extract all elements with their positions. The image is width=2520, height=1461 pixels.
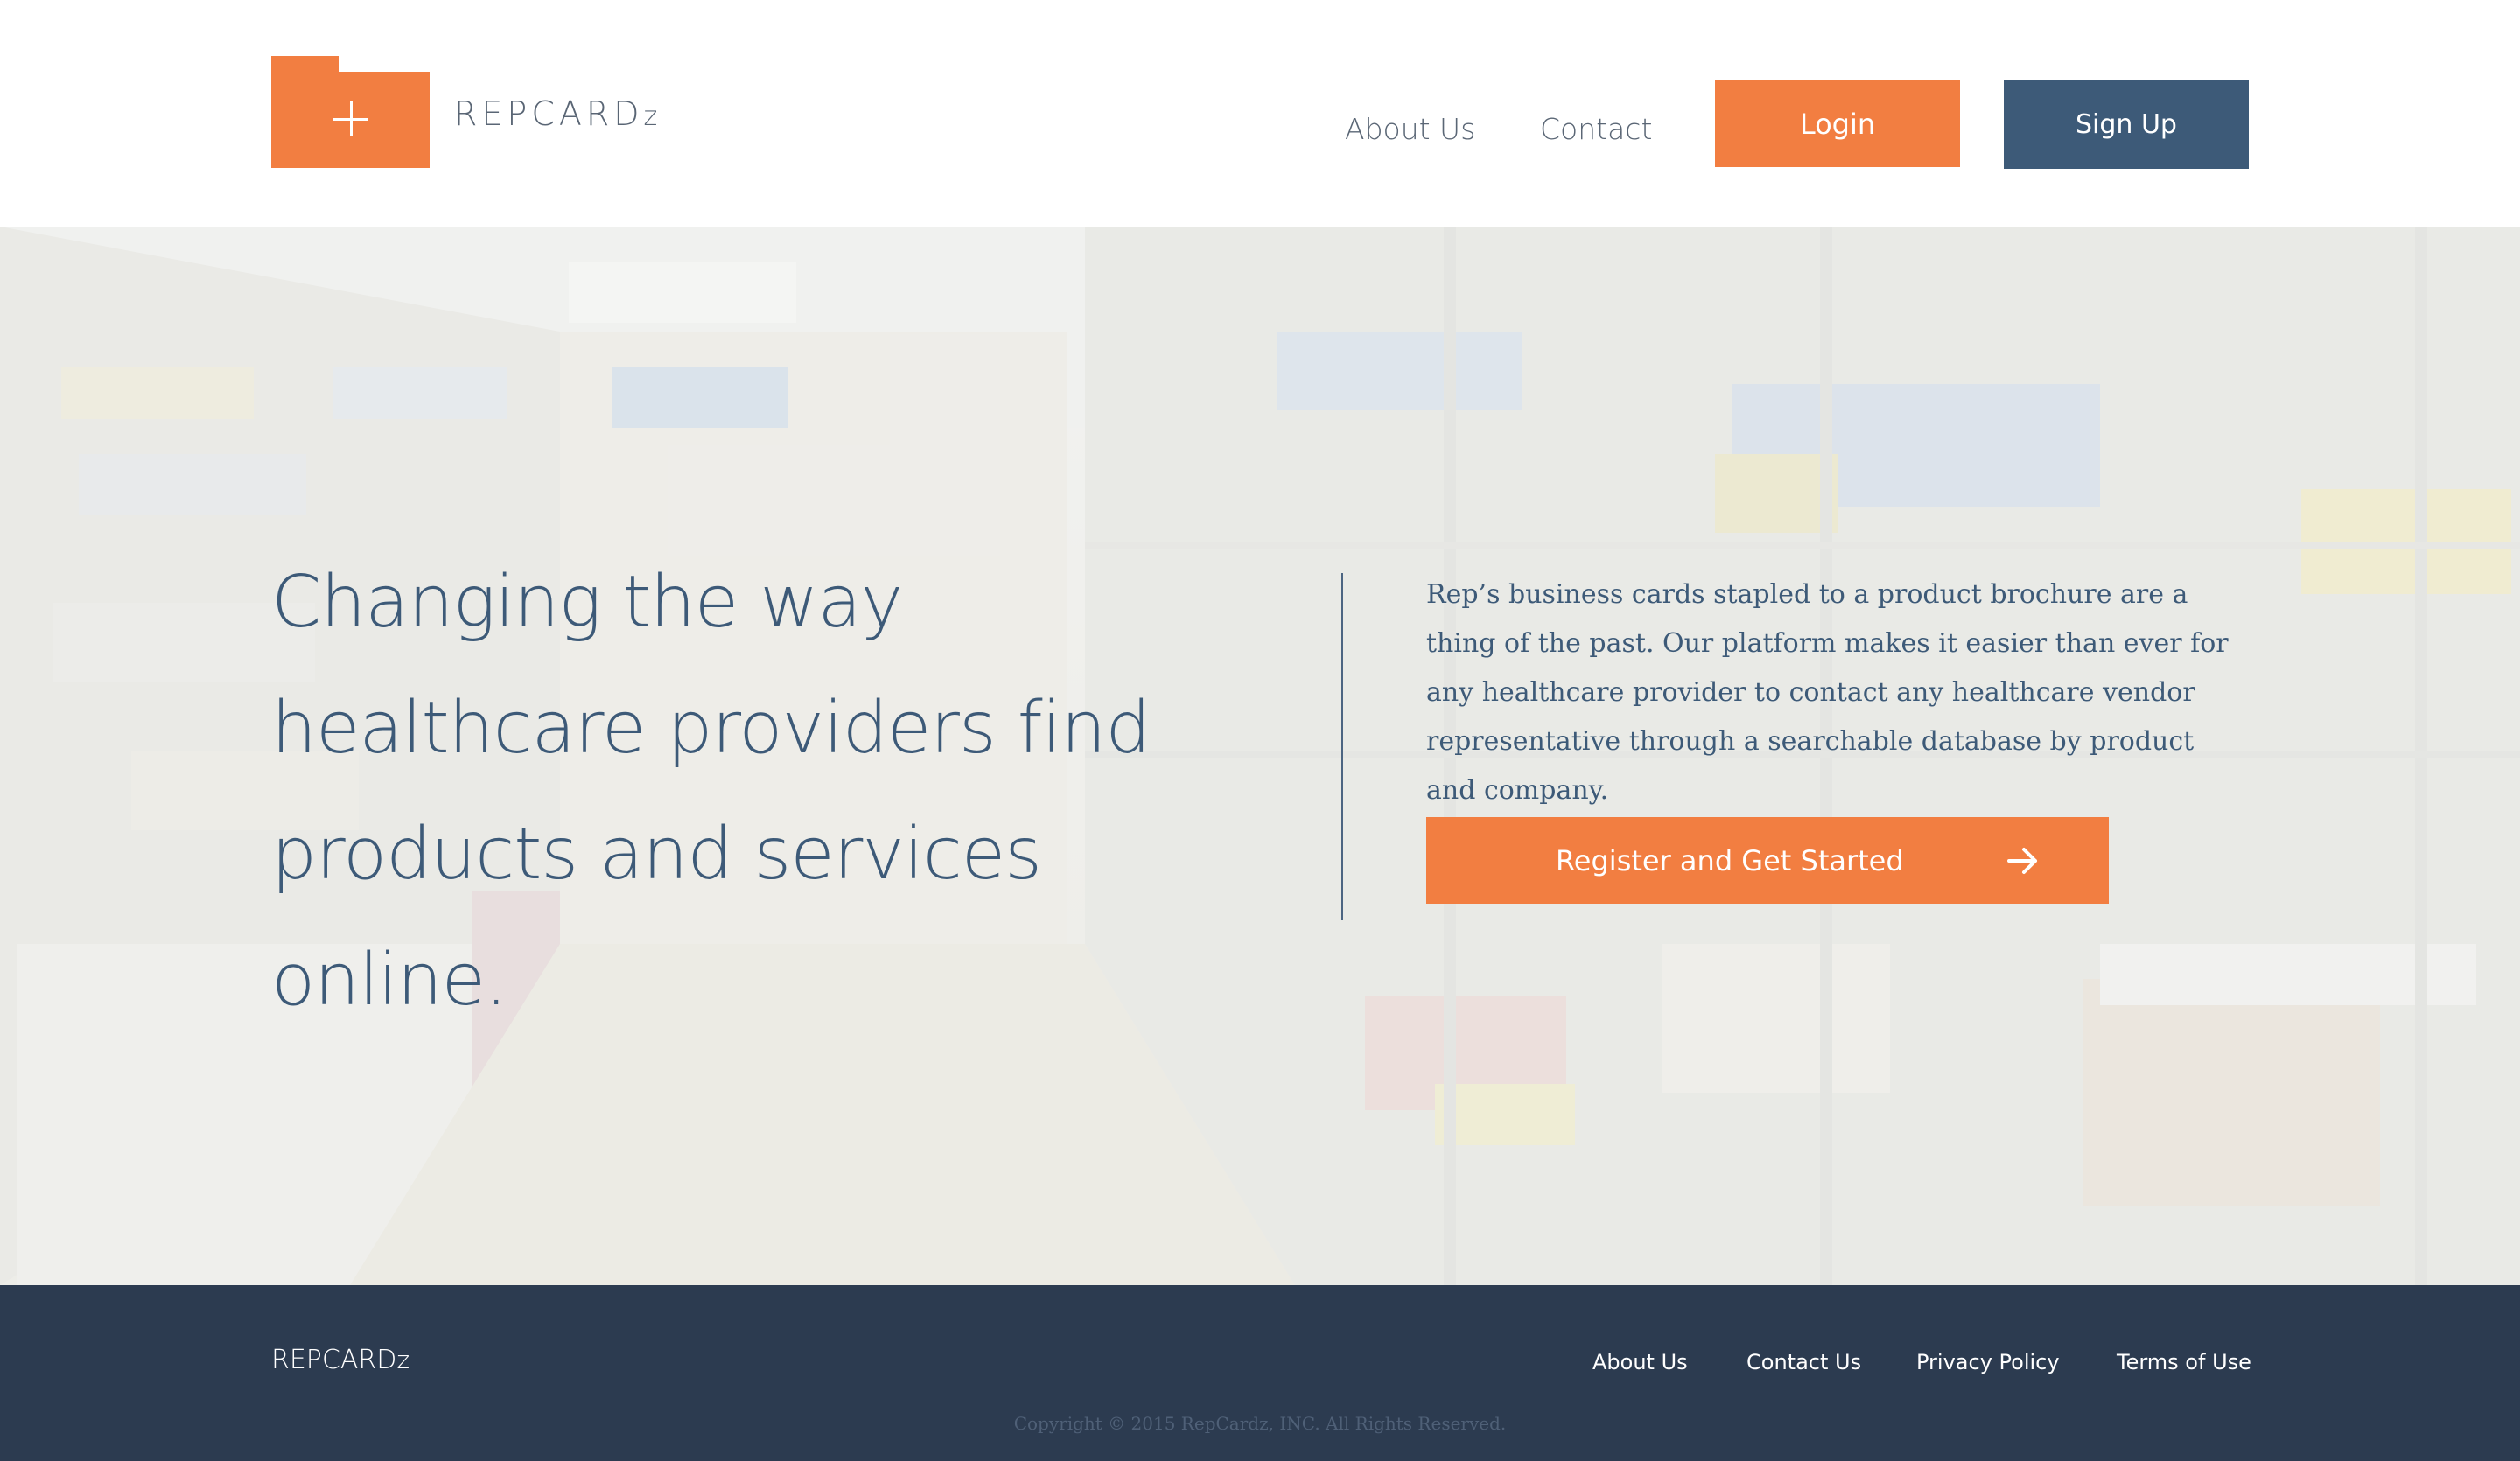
footer-brand-main: REPCARD: [271, 1345, 397, 1375]
brand-suffix: z: [643, 101, 659, 132]
register-button[interactable]: Register and Get Started: [1426, 817, 2109, 904]
footer-brand-suffix: z: [396, 1346, 410, 1374]
hero-heading: Changing the way healthcare providers fi…: [271, 561, 1151, 1022]
nav-about-link[interactable]: About Us: [1345, 112, 1475, 146]
plus-icon: [333, 101, 368, 136]
nav-contact-link[interactable]: Contact: [1540, 112, 1652, 146]
logo-folder-icon[interactable]: [271, 56, 430, 168]
footer-about-link[interactable]: About Us: [1592, 1350, 1688, 1374]
brand-main: REPCARD: [454, 94, 644, 133]
register-button-label: Register and Get Started: [1556, 844, 1904, 877]
hero-divider: [1341, 573, 1343, 920]
login-button[interactable]: Login: [1715, 80, 1960, 167]
footer-privacy-link[interactable]: Privacy Policy: [1916, 1350, 2060, 1374]
brand-logo-text[interactable]: REPCARDz: [454, 94, 658, 133]
footer-terms-link[interactable]: Terms of Use: [2117, 1350, 2251, 1374]
hero-section: Changing the way healthcare providers fi…: [0, 227, 2520, 1285]
hero-description: Rep’s business cards stapled to a produc…: [1426, 579, 2229, 806]
site-footer: REPCARDz About Us Contact Us Privacy Pol…: [0, 1285, 2520, 1461]
site-header: REPCARDz About Us Contact Login Sign Up: [0, 0, 2520, 227]
copyright-text: Copyright © 2015 RepCardz, INC. All Righ…: [1013, 1413, 1507, 1434]
footer-contact-link[interactable]: Contact Us: [1746, 1350, 1861, 1374]
footer-brand[interactable]: REPCARDz: [271, 1345, 410, 1375]
signup-button[interactable]: Sign Up: [2004, 80, 2249, 169]
arrow-right-icon: [2007, 848, 2037, 874]
